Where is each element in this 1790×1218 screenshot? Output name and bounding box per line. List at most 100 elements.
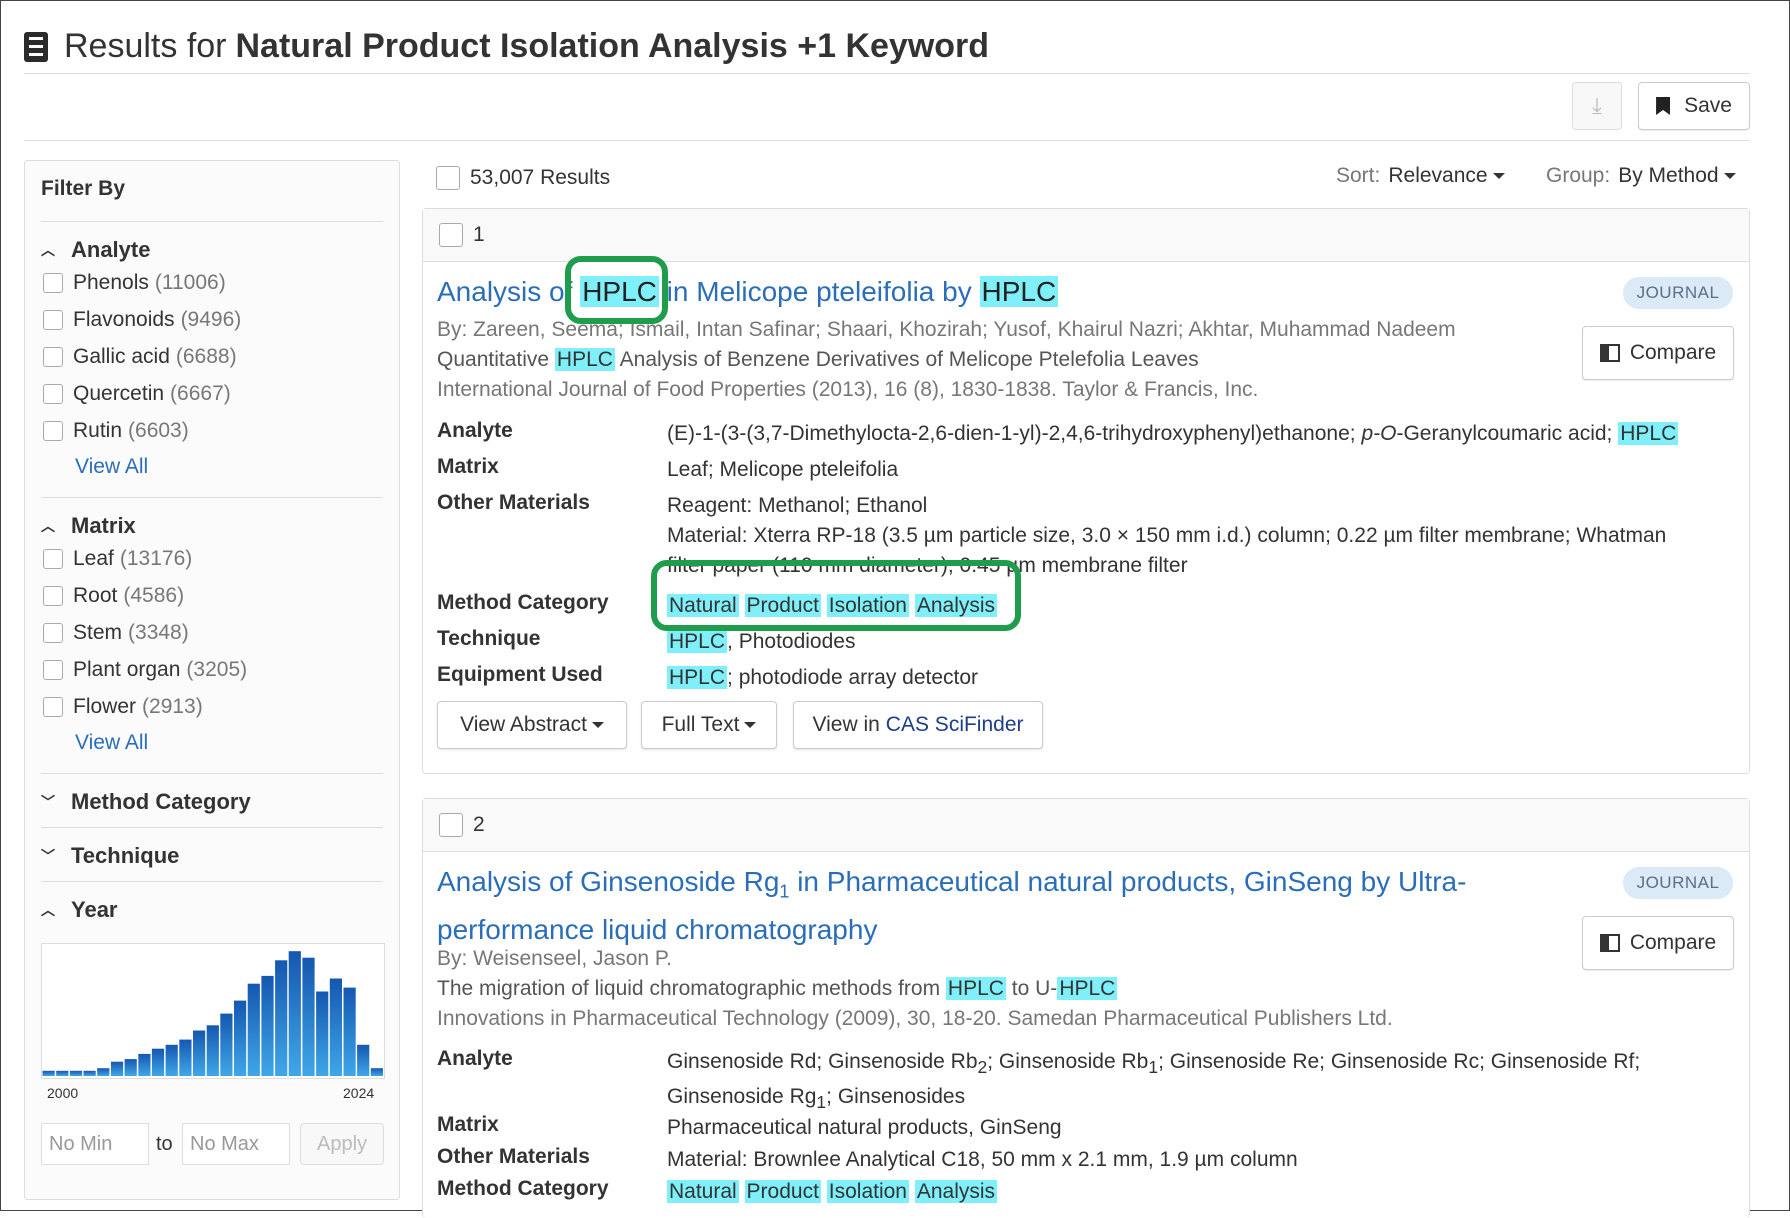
filter-item-count: (13176) (119, 547, 193, 570)
checkbox[interactable] (43, 347, 63, 367)
analyte-view-all-link[interactable]: View All (75, 455, 148, 479)
year-max-input[interactable]: No Max (182, 1123, 290, 1165)
save-button[interactable]: Save (1638, 82, 1750, 130)
filter-item-label: Gallic acid (73, 345, 170, 368)
filter-item-phenols[interactable]: Phenols (11006) (43, 271, 226, 295)
checkbox[interactable] (43, 421, 63, 441)
result-checkbox[interactable] (439, 813, 463, 837)
filter-item-plant-organ[interactable]: Plant organ (3205) (43, 658, 247, 682)
year-histogram-svg (42, 951, 383, 1077)
histogram-bar-2013[interactable] (220, 1013, 233, 1076)
year-to-label: to (156, 1133, 173, 1155)
checkbox[interactable] (43, 384, 63, 404)
chevron-down-icon: ﹀ (41, 794, 55, 810)
full-text-button[interactable]: Full Text (641, 701, 777, 749)
histogram-bar-2007[interactable] (138, 1053, 151, 1076)
result-checkbox[interactable] (439, 223, 463, 247)
histogram-bar-2016[interactable] (261, 975, 274, 1076)
filter-item-gallic-acid[interactable]: Gallic acid (6688) (43, 345, 237, 369)
filter-item-leaf[interactable]: Leaf (13176) (43, 547, 192, 571)
histogram-bar-2021[interactable] (329, 978, 342, 1077)
histogram-bar-2000[interactable] (42, 1070, 55, 1076)
results-count: 53,007 Results (470, 166, 611, 189)
histogram-bar-2014[interactable] (234, 1000, 247, 1076)
histogram-bar-2004[interactable] (97, 1068, 110, 1076)
checkbox[interactable] (43, 660, 63, 680)
sort-dropdown[interactable]: Sort: Relevance (1336, 164, 1505, 188)
title-text: in Melicope pteleifolia by (666, 276, 972, 307)
checkbox[interactable] (43, 273, 63, 293)
checkbox[interactable] (43, 586, 63, 606)
value-highlight: HPLC (1618, 422, 1679, 445)
compare-button[interactable]: Compare (1582, 326, 1734, 380)
checkbox[interactable] (43, 310, 63, 330)
filter-item-root[interactable]: Root (4586) (43, 584, 184, 608)
download-button[interactable]: ⤓ (1572, 82, 1622, 130)
subtitle-text: Quantitative (437, 348, 550, 371)
analyte-section-label: Analyte (71, 237, 151, 262)
filter-item-flavonoids[interactable]: Flavonoids (9496) (43, 308, 241, 332)
checkbox[interactable] (43, 623, 63, 643)
histogram-bar-2015[interactable] (247, 983, 260, 1076)
compare-button[interactable]: Compare (1582, 916, 1734, 970)
histogram-bar-2022[interactable] (343, 987, 356, 1076)
histogram-bar-2003[interactable] (83, 1070, 96, 1076)
result-title-link[interactable]: Analysis of HPLC in Melicope pteleifolia… (437, 273, 1517, 311)
histogram-bar-2002[interactable] (69, 1070, 83, 1076)
title-subscript: 1 (779, 881, 790, 902)
technique-section-toggle[interactable]: ﹀ Technique (41, 843, 179, 869)
page-header: Results for Natural Product Isolation An… (24, 20, 1750, 74)
method-category-section-toggle[interactable]: ﹀ Method Category (41, 789, 251, 815)
result-card-header: 1 (423, 209, 1749, 262)
matrix-section-toggle[interactable]: ︿ Matrix (41, 513, 136, 539)
select-all-checkbox[interactable] (436, 166, 460, 190)
filter-item-quercetin[interactable]: Quercetin (6667) (43, 382, 231, 406)
divider (41, 773, 383, 774)
analyte-section-toggle[interactable]: ︿ Analyte (41, 237, 150, 263)
histogram-bar-2011[interactable] (193, 1030, 206, 1077)
title-text: Analysis of (437, 276, 573, 307)
select-all-results[interactable]: 53,007 Results (436, 166, 610, 190)
histogram-bar-2010[interactable] (179, 1039, 192, 1076)
button-label: Full Text (661, 713, 740, 736)
matrix-view-all-link[interactable]: View All (75, 731, 148, 755)
result-card: 2 Analysis of Ginsenoside Rg1 in Pharmac… (422, 798, 1750, 1218)
result-card: 1 Analysis of HPLC in Melicope pteleifol… (422, 208, 1750, 774)
filter-item-stem[interactable]: Stem (3348) (43, 621, 189, 645)
field-label: Other Materials (437, 1145, 590, 1168)
result-title-link[interactable]: Analysis of Ginsenoside Rg1 in Pharmaceu… (437, 863, 1517, 949)
view-abstract-button[interactable]: View Abstract (437, 701, 627, 749)
histogram-bar-2008[interactable] (151, 1048, 165, 1076)
year-start-label: 2000 (47, 1085, 79, 1101)
view-in-cas-scifinder-button[interactable]: View in CAS SciFinder (793, 701, 1043, 749)
group-dropdown[interactable]: Group: By Method (1546, 164, 1736, 188)
histogram-bar-2006[interactable] (124, 1059, 137, 1076)
filter-item-count: (6667) (170, 382, 231, 405)
subtitle-text: to U- (1011, 977, 1058, 1000)
histogram-bar-2009[interactable] (165, 1044, 178, 1076)
histogram-bar-2023[interactable] (357, 1044, 370, 1076)
checkbox[interactable] (43, 549, 63, 569)
histogram-bar-2005[interactable] (110, 1061, 124, 1076)
year-min-input[interactable]: No Min (41, 1123, 149, 1165)
field-value: Reagent: Methanol; Ethanol Material: Xter… (667, 491, 1737, 581)
document-icon (24, 31, 48, 62)
histogram-bar-2018[interactable] (288, 951, 301, 1076)
field-value: HPLC, Photodiodes (667, 627, 1737, 657)
divider (41, 497, 383, 498)
year-apply-button[interactable]: Apply (300, 1123, 384, 1165)
filter-item-flower[interactable]: Flower (2913) (43, 695, 203, 719)
year-section-toggle[interactable]: ︿ Year (41, 897, 118, 923)
histogram-bar-2001[interactable] (56, 1070, 69, 1076)
year-histogram[interactable] (41, 943, 385, 1079)
histogram-bar-2017[interactable] (275, 960, 288, 1076)
filter-item-rutin[interactable]: Rutin (6603) (43, 419, 189, 443)
histogram-bar-2020[interactable] (316, 991, 329, 1077)
divider (41, 881, 383, 882)
histogram-bar-2024[interactable] (370, 1068, 383, 1076)
field-label: Matrix (437, 455, 499, 478)
histogram-bar-2019[interactable] (302, 957, 315, 1076)
checkbox[interactable] (43, 697, 63, 717)
histogram-bar-2012[interactable] (206, 1025, 219, 1076)
year-end-label: 2024 (343, 1085, 375, 1101)
